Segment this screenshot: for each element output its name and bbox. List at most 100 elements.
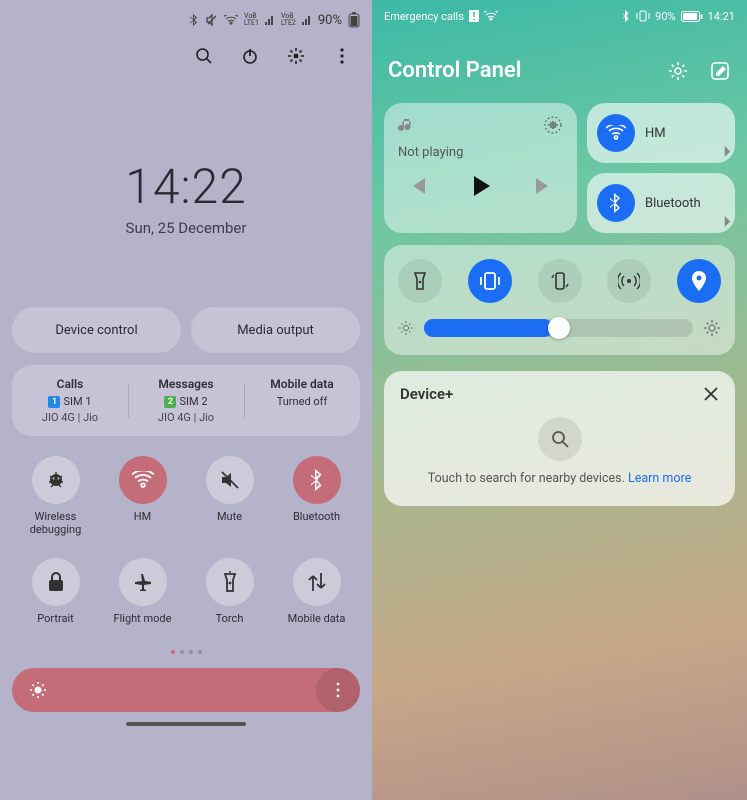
phone-huawei: Emergency calls 90% 14:21 Control Panel … — [372, 0, 747, 800]
media-play-button[interactable] — [467, 172, 495, 200]
toggle-flight[interactable]: Flight mode — [99, 558, 186, 638]
bluetooth-icon — [597, 184, 635, 222]
sim2-label: SIM 2 — [179, 395, 207, 408]
brightness-track[interactable] — [424, 319, 693, 337]
wifi-icon — [597, 114, 635, 152]
updown-icon — [293, 558, 341, 606]
toggle-label: Flight mode — [114, 612, 172, 638]
sim-calls[interactable]: Calls 1SIM 1 JIO 4G | Jio — [12, 377, 128, 424]
clock-date: Sun, 25 December — [12, 219, 360, 237]
device-hint: Touch to search for nearby devices. Lear… — [400, 471, 719, 486]
sim-data-header: Mobile data — [244, 377, 360, 391]
panel-title: Control Panel — [388, 58, 521, 83]
status-bar: VoBLTE1 VoBLTE2 90% — [12, 0, 360, 40]
sim1-sub: JIO 4G | Jio — [12, 411, 128, 424]
quick-toggles-grid: Wireless debugging HM Mute Bluetooth Portrai… — [12, 456, 360, 638]
title-bar: Control Panel — [384, 58, 735, 83]
phone-samsung: VoBLTE1 VoBLTE2 90% 14:22 Sun, 25 Decemb… — [0, 0, 372, 800]
home-handle[interactable] — [126, 722, 246, 726]
toggle-torch[interactable]: Torch — [186, 558, 273, 638]
media-next-button[interactable] — [529, 172, 557, 200]
signal1-icon — [265, 15, 275, 25]
toggle-label: Wireless debugging — [12, 510, 99, 536]
media-card[interactable]: Not playing — [384, 103, 577, 233]
sim-alert-icon — [469, 10, 479, 22]
toggle-bluetooth[interactable]: Bluetooth — [273, 456, 360, 536]
rotate-toggle[interactable] — [538, 259, 582, 303]
vibrate-toggle[interactable] — [468, 259, 512, 303]
more-icon[interactable] — [332, 46, 352, 66]
brightness-slider[interactable] — [398, 319, 721, 337]
status-time: 14:21 — [708, 10, 735, 23]
brightness-slider[interactable] — [12, 668, 360, 712]
device-title: Device+ — [400, 385, 453, 403]
device-plus-card[interactable]: Device+ Touch to search for nearby devic… — [384, 371, 735, 506]
bluetooth-icon — [623, 10, 631, 22]
signal2-icon — [302, 15, 312, 25]
panel-toolbar — [12, 40, 360, 70]
lte1-icon: VoBLTE1 — [244, 13, 259, 27]
lock-icon — [32, 558, 80, 606]
vibrate-icon — [636, 10, 650, 22]
bluetooth-toggle[interactable]: Bluetooth ◢ — [587, 173, 735, 233]
toggle-wifi[interactable]: HM — [99, 456, 186, 536]
brightness-menu-button[interactable] — [316, 668, 360, 712]
wifi-toggle[interactable]: HM ◢ — [587, 103, 735, 163]
battery-icon — [681, 11, 703, 22]
search-icon[interactable] — [194, 46, 214, 66]
location-toggle[interactable] — [677, 259, 721, 303]
media-status: Not playing — [398, 145, 563, 160]
toggle-label: Mobile data — [288, 612, 346, 638]
bug-icon — [32, 456, 80, 504]
media-output-button[interactable]: Media output — [191, 307, 360, 353]
quick-panel — [384, 245, 735, 355]
sim-card-panel[interactable]: Calls 1SIM 1 JIO 4G | Jio Messages 2SIM … — [12, 365, 360, 436]
learn-more-link[interactable]: Learn more — [628, 471, 691, 486]
settings-icon[interactable] — [667, 60, 689, 82]
toggle-label: Torch — [216, 612, 244, 638]
sim-messages[interactable]: Messages 2SIM 2 JIO 4G | Jio — [128, 377, 244, 424]
toggle-label: HM — [134, 510, 151, 536]
device-control-button[interactable]: Device control — [12, 307, 181, 353]
hotspot-toggle[interactable] — [607, 259, 651, 303]
lte2-icon: VoBLTE2 — [281, 13, 296, 27]
media-output-icon[interactable] — [543, 115, 563, 135]
media-prev-button[interactable] — [404, 172, 432, 200]
wifi-icon — [119, 456, 167, 504]
sim-mobiledata[interactable]: Mobile data Turned off — [244, 377, 360, 424]
brightness-thumb[interactable] — [548, 317, 570, 339]
sim-data-value: Turned off — [244, 395, 360, 408]
battery-percent: 90% — [318, 13, 342, 28]
page-indicator — [12, 650, 360, 654]
toggle-mobiledata[interactable]: Mobile data — [273, 558, 360, 638]
toggle-label: Mute — [217, 510, 242, 536]
toggle-mute[interactable]: Mute — [186, 456, 273, 536]
toggle-portrait[interactable]: Portrait — [12, 558, 99, 638]
power-icon[interactable] — [240, 46, 260, 66]
torch-toggle[interactable] — [398, 259, 442, 303]
battery-icon — [348, 12, 360, 28]
status-emergency: Emergency calls — [384, 10, 464, 23]
toggle-wireless-debug[interactable]: Wireless debugging — [12, 456, 99, 536]
sim-msgs-header: Messages — [128, 377, 244, 391]
sim2-sub: JIO 4G | Jio — [128, 411, 244, 424]
torch-icon — [206, 558, 254, 606]
music-icon — [398, 116, 416, 134]
close-icon[interactable] — [703, 386, 719, 402]
bluetooth-label: Bluetooth — [645, 196, 701, 211]
toggle-label: Bluetooth — [293, 510, 340, 536]
plane-icon — [119, 558, 167, 606]
wifi-label: HM — [645, 126, 666, 141]
mute-icon — [206, 456, 254, 504]
clock-time: 14:22 — [12, 158, 360, 215]
brightness-low-icon — [398, 320, 414, 336]
sim-calls-header: Calls — [12, 377, 128, 391]
edit-icon[interactable] — [709, 60, 731, 82]
settings-icon[interactable] — [286, 46, 306, 66]
device-search-button[interactable] — [538, 417, 582, 461]
brightness-icon — [28, 680, 48, 700]
sim1-chip-icon: 1 — [48, 396, 60, 408]
bluetooth-icon — [293, 456, 341, 504]
bluetooth-icon — [190, 14, 200, 26]
mute-icon — [206, 14, 218, 26]
